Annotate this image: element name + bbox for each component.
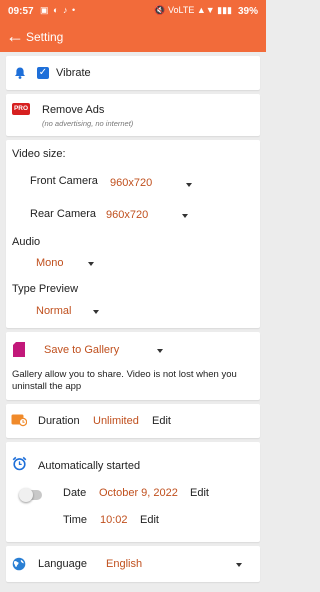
chevron-down-icon (157, 349, 163, 353)
auto-start-card: Automatically started Date October 9, 20… (6, 442, 260, 542)
notification-icons: ▣ ◐ ♪ • (40, 5, 77, 15)
audio-label: Audio (12, 236, 41, 248)
auto-start-toggle[interactable] (19, 488, 42, 502)
arrow-left-icon[interactable]: ← (6, 26, 24, 46)
chevron-down-icon (93, 310, 99, 314)
type-preview-select[interactable]: Normal (32, 301, 108, 321)
battery-level: 39% (237, 6, 258, 17)
language-value: English (106, 558, 143, 570)
gallery-value: Save to Gallery (44, 344, 120, 356)
duration-label: Duration (38, 415, 80, 427)
duration-value[interactable]: Unlimited (93, 415, 139, 427)
language-select[interactable]: English (102, 554, 250, 574)
gallery-description: Gallery allow you to share. Video is not… (12, 369, 237, 392)
type-preview-value: Normal (36, 305, 72, 317)
gallery-select[interactable]: Save to Gallery (40, 340, 170, 360)
globe-icon (12, 557, 26, 571)
chevron-down-icon (88, 262, 94, 266)
front-camera-value: 960x720 (110, 177, 153, 189)
video-size-header: Video size: (12, 148, 66, 160)
auto-start-label: Automatically started (38, 460, 141, 472)
date-edit-button[interactable]: Edit (190, 487, 209, 499)
time-value[interactable]: 10:02 (100, 514, 128, 526)
time-label: Time (63, 514, 88, 526)
pro-badge-icon: PRO (12, 103, 30, 115)
audio-value: Mono (36, 257, 64, 269)
front-camera-label: Front Camera (30, 175, 98, 187)
remove-ads-title: Remove Ads (42, 104, 105, 116)
chevron-down-icon (186, 183, 192, 187)
remove-ads-subtitle: (no advertising, no internet) (42, 119, 134, 128)
video-settings-card: Video size: Front Camera 960x720 Rear Ca… (6, 140, 260, 328)
chevron-down-icon (182, 214, 188, 218)
vibrate-card: ✓ Vibrate (6, 56, 260, 90)
duration-card: Duration Unlimited Edit (6, 404, 260, 438)
system-icons: 🔇 VoLTE ▲▼ ▮▮▮ (154, 5, 232, 15)
vibrate-label: Vibrate (56, 67, 91, 79)
type-preview-label: Type Preview (12, 283, 79, 295)
timer-icon (11, 414, 27, 427)
alarm-clock-icon (12, 456, 27, 471)
rear-camera-label: Rear Camera (30, 208, 97, 220)
language-label: Language (38, 558, 87, 570)
chevron-down-icon (236, 563, 242, 567)
page-title: Setting (26, 30, 64, 44)
rear-camera-select[interactable]: 960x720 (102, 204, 192, 224)
audio-select[interactable]: Mono (32, 253, 102, 273)
remove-ads-card[interactable]: PRO Remove Ads (no advertising, no inter… (6, 94, 260, 136)
language-card: Language English (6, 546, 260, 582)
app-bar: ← Setting (0, 22, 266, 52)
front-camera-select[interactable]: 960x720 (106, 172, 196, 192)
toggle-knob (19, 488, 33, 502)
bell-icon (15, 67, 25, 79)
vibrate-checkbox[interactable]: ✓ (37, 67, 49, 79)
duration-edit-button[interactable]: Edit (152, 415, 171, 427)
date-value[interactable]: October 9, 2022 (99, 487, 178, 499)
sd-card-icon (13, 342, 25, 357)
time-edit-button[interactable]: Edit (140, 514, 159, 526)
rear-camera-value: 960x720 (106, 209, 149, 221)
gallery-card: Save to Gallery Gallery allow you to sha… (6, 332, 260, 400)
status-bar: 09:57 ▣ ◐ ♪ • 🔇 VoLTE ▲▼ ▮▮▮ 39% (0, 0, 266, 22)
status-time: 09:57 (8, 6, 34, 17)
date-label: Date (63, 487, 87, 499)
